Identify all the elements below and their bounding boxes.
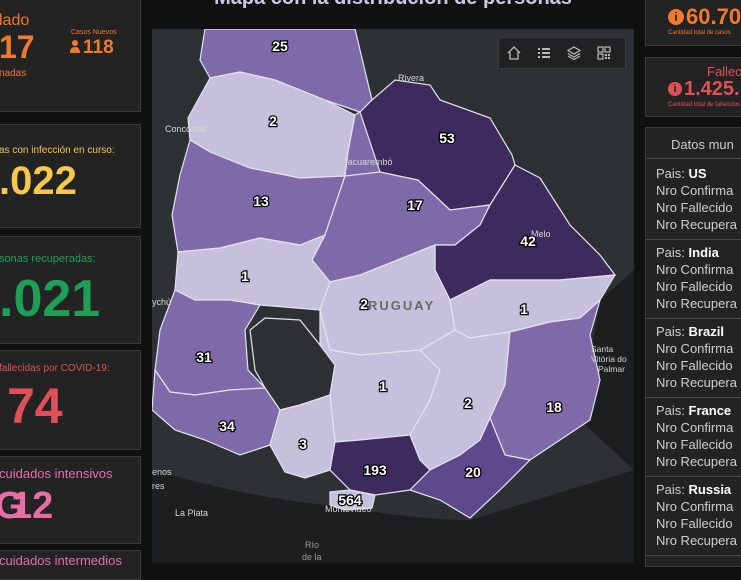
deaths-row: Nro Fallecido — [656, 516, 733, 531]
country-divider — [645, 239, 741, 240]
deaths-row: Nro Fallecido — [656, 279, 733, 294]
pais-label: Pais: — [656, 245, 685, 260]
count-lavalleja: 2 — [464, 395, 472, 411]
new-cases-value: 118 — [83, 37, 114, 58]
country-divider — [645, 397, 741, 398]
confirmed-card: lado 17 nadas Casos Nuevos 118 — [0, 0, 141, 112]
place-label-tacuarembo: Tacuarembó — [343, 157, 393, 167]
country-name-row: Pais: Russia — [656, 482, 731, 497]
recovered-row: Nro Recupera — [656, 375, 737, 390]
pais-label: Pais: — [656, 482, 685, 497]
place-label-concordia: Concordia — [165, 124, 206, 134]
country-name: US — [688, 166, 707, 181]
country-divider — [645, 555, 741, 556]
intensive-care-card: cuidados intensivos G 12 — [0, 456, 141, 544]
country-divider — [645, 318, 741, 319]
info-icon: i — [668, 9, 684, 25]
recovered-label: sonas recuperadas: — [0, 253, 96, 265]
pais-label: Pais: — [656, 403, 685, 418]
total-cases-card: i 60.70 Cantidad total de casos — [645, 0, 741, 46]
recovered-row: Nro Recupera — [656, 217, 737, 232]
recovered-value: .021 — [0, 270, 101, 328]
country-name: Brazil — [688, 324, 724, 339]
count-canelones: 193 — [363, 462, 387, 478]
total-deaths-label: Fallec — [707, 64, 741, 79]
list-icon[interactable] — [533, 42, 555, 64]
total-cases-sub: Cantidad total de casos — [668, 30, 731, 36]
country-name: India — [688, 245, 719, 260]
recovered-row: Nro Recupera — [656, 533, 737, 548]
count-artigas: 25 — [272, 38, 288, 54]
count-maldonado: 20 — [465, 464, 481, 480]
count-florida: 1 — [379, 378, 387, 394]
confirmed-row: Nro Confirma — [656, 341, 734, 356]
uruguay-map[interactable]: Rivera Concordia Tacuarembó Melo ychú Sa… — [152, 29, 634, 563]
confirmed-row: Nro Confirma — [656, 420, 734, 435]
layers-icon[interactable] — [563, 42, 585, 64]
deaths-value: 74 — [7, 378, 63, 434]
recovered-row: Nro Recupera — [656, 296, 737, 311]
count-rivera: 53 — [439, 130, 455, 146]
count-san-jose: 3 — [299, 436, 307, 452]
deaths-card: fallecidas por COVID-19: 74 — [0, 350, 141, 450]
count-paysandu: 13 — [253, 193, 269, 209]
map-toolbar — [498, 37, 626, 69]
pais-label: Pais: — [656, 166, 685, 181]
country-label: RUGUAY — [368, 298, 435, 313]
count-durazno: 2 — [360, 296, 368, 312]
active-label: as con infección en curso: — [0, 145, 115, 156]
country-name-row: Pais: US — [656, 166, 707, 181]
confirmed-sub: nadas — [0, 68, 27, 79]
place-label-rivera: Rivera — [398, 73, 424, 83]
confirmed-row: Nro Confirma — [656, 183, 734, 198]
confirmed-row: Nro Confirma — [656, 262, 734, 277]
confirmed-value: 17 — [0, 29, 35, 65]
country-divider — [645, 476, 741, 477]
info-icon: i — [668, 82, 682, 96]
count-cerro-largo: 42 — [520, 233, 536, 249]
deaths-row: Nro Fallecido — [656, 437, 733, 452]
home-icon[interactable] — [503, 42, 525, 64]
place-label-la-plata: La Plata — [175, 508, 208, 518]
recovered-card: sonas recuperadas: .021 — [0, 236, 141, 344]
count-rio-negro: 1 — [241, 268, 249, 284]
count-colonia: 34 — [219, 418, 235, 434]
active-value: .022 — [0, 159, 77, 203]
deaths-row: Nro Fallecido — [656, 358, 733, 373]
total-deaths-value: 1.425. — [684, 78, 740, 100]
total-cases-value: 60.70 — [686, 4, 741, 29]
count-tacuarembo: 17 — [407, 197, 423, 213]
new-cases-label: Casos Nuevos — [71, 29, 117, 36]
map-view[interactable]: Rivera Concordia Tacuarembó Melo ychú Sa… — [152, 29, 634, 563]
count-rocha: 18 — [546, 399, 562, 415]
deaths-label: fallecidas por COVID-19: — [0, 363, 110, 374]
qr-grid-icon[interactable] — [593, 42, 615, 64]
intensive-care-value: 12 — [11, 485, 54, 527]
active-infections-card: as con infección en curso: .022 — [0, 124, 141, 228]
country-name: Russia — [688, 482, 732, 497]
intermediate-care-card: cuidados intermedios — [0, 550, 141, 580]
country-name-row: Pais: Brazil — [656, 324, 724, 339]
world-data-divider — [646, 158, 741, 159]
country-name-row: Pais: France — [656, 403, 731, 418]
confirmed-row: Nro Confirma — [656, 499, 734, 514]
country-name: France — [688, 403, 732, 418]
total-deaths-card: Fallec i 1.425. Cantidad total de fallec… — [645, 57, 741, 117]
world-data-title: Datos mun — [671, 137, 734, 152]
count-soriano: 31 — [196, 349, 212, 365]
count-treinta-y-tres: 1 — [520, 301, 528, 317]
intermediate-care-label: cuidados intermedios — [0, 553, 122, 568]
pais-label: Pais: — [656, 324, 685, 339]
confirmed-label: lado — [0, 12, 30, 29]
total-deaths-sub: Cantidad total de fallecidos — [668, 102, 741, 108]
place-label-gualeguaychu: ychú — [152, 297, 171, 307]
count-salto: 2 — [269, 113, 277, 129]
count-montevideo: 564 — [338, 492, 362, 508]
person-icon — [70, 39, 80, 53]
recovered-row: Nro Recupera — [656, 454, 737, 469]
intensive-care-label: cuidados intensivos — [0, 466, 113, 481]
map-title: Mapa con la distribución de personas — [152, 0, 634, 10]
deaths-row: Nro Fallecido — [656, 200, 733, 215]
country-name-row: Pais: India — [656, 245, 719, 260]
